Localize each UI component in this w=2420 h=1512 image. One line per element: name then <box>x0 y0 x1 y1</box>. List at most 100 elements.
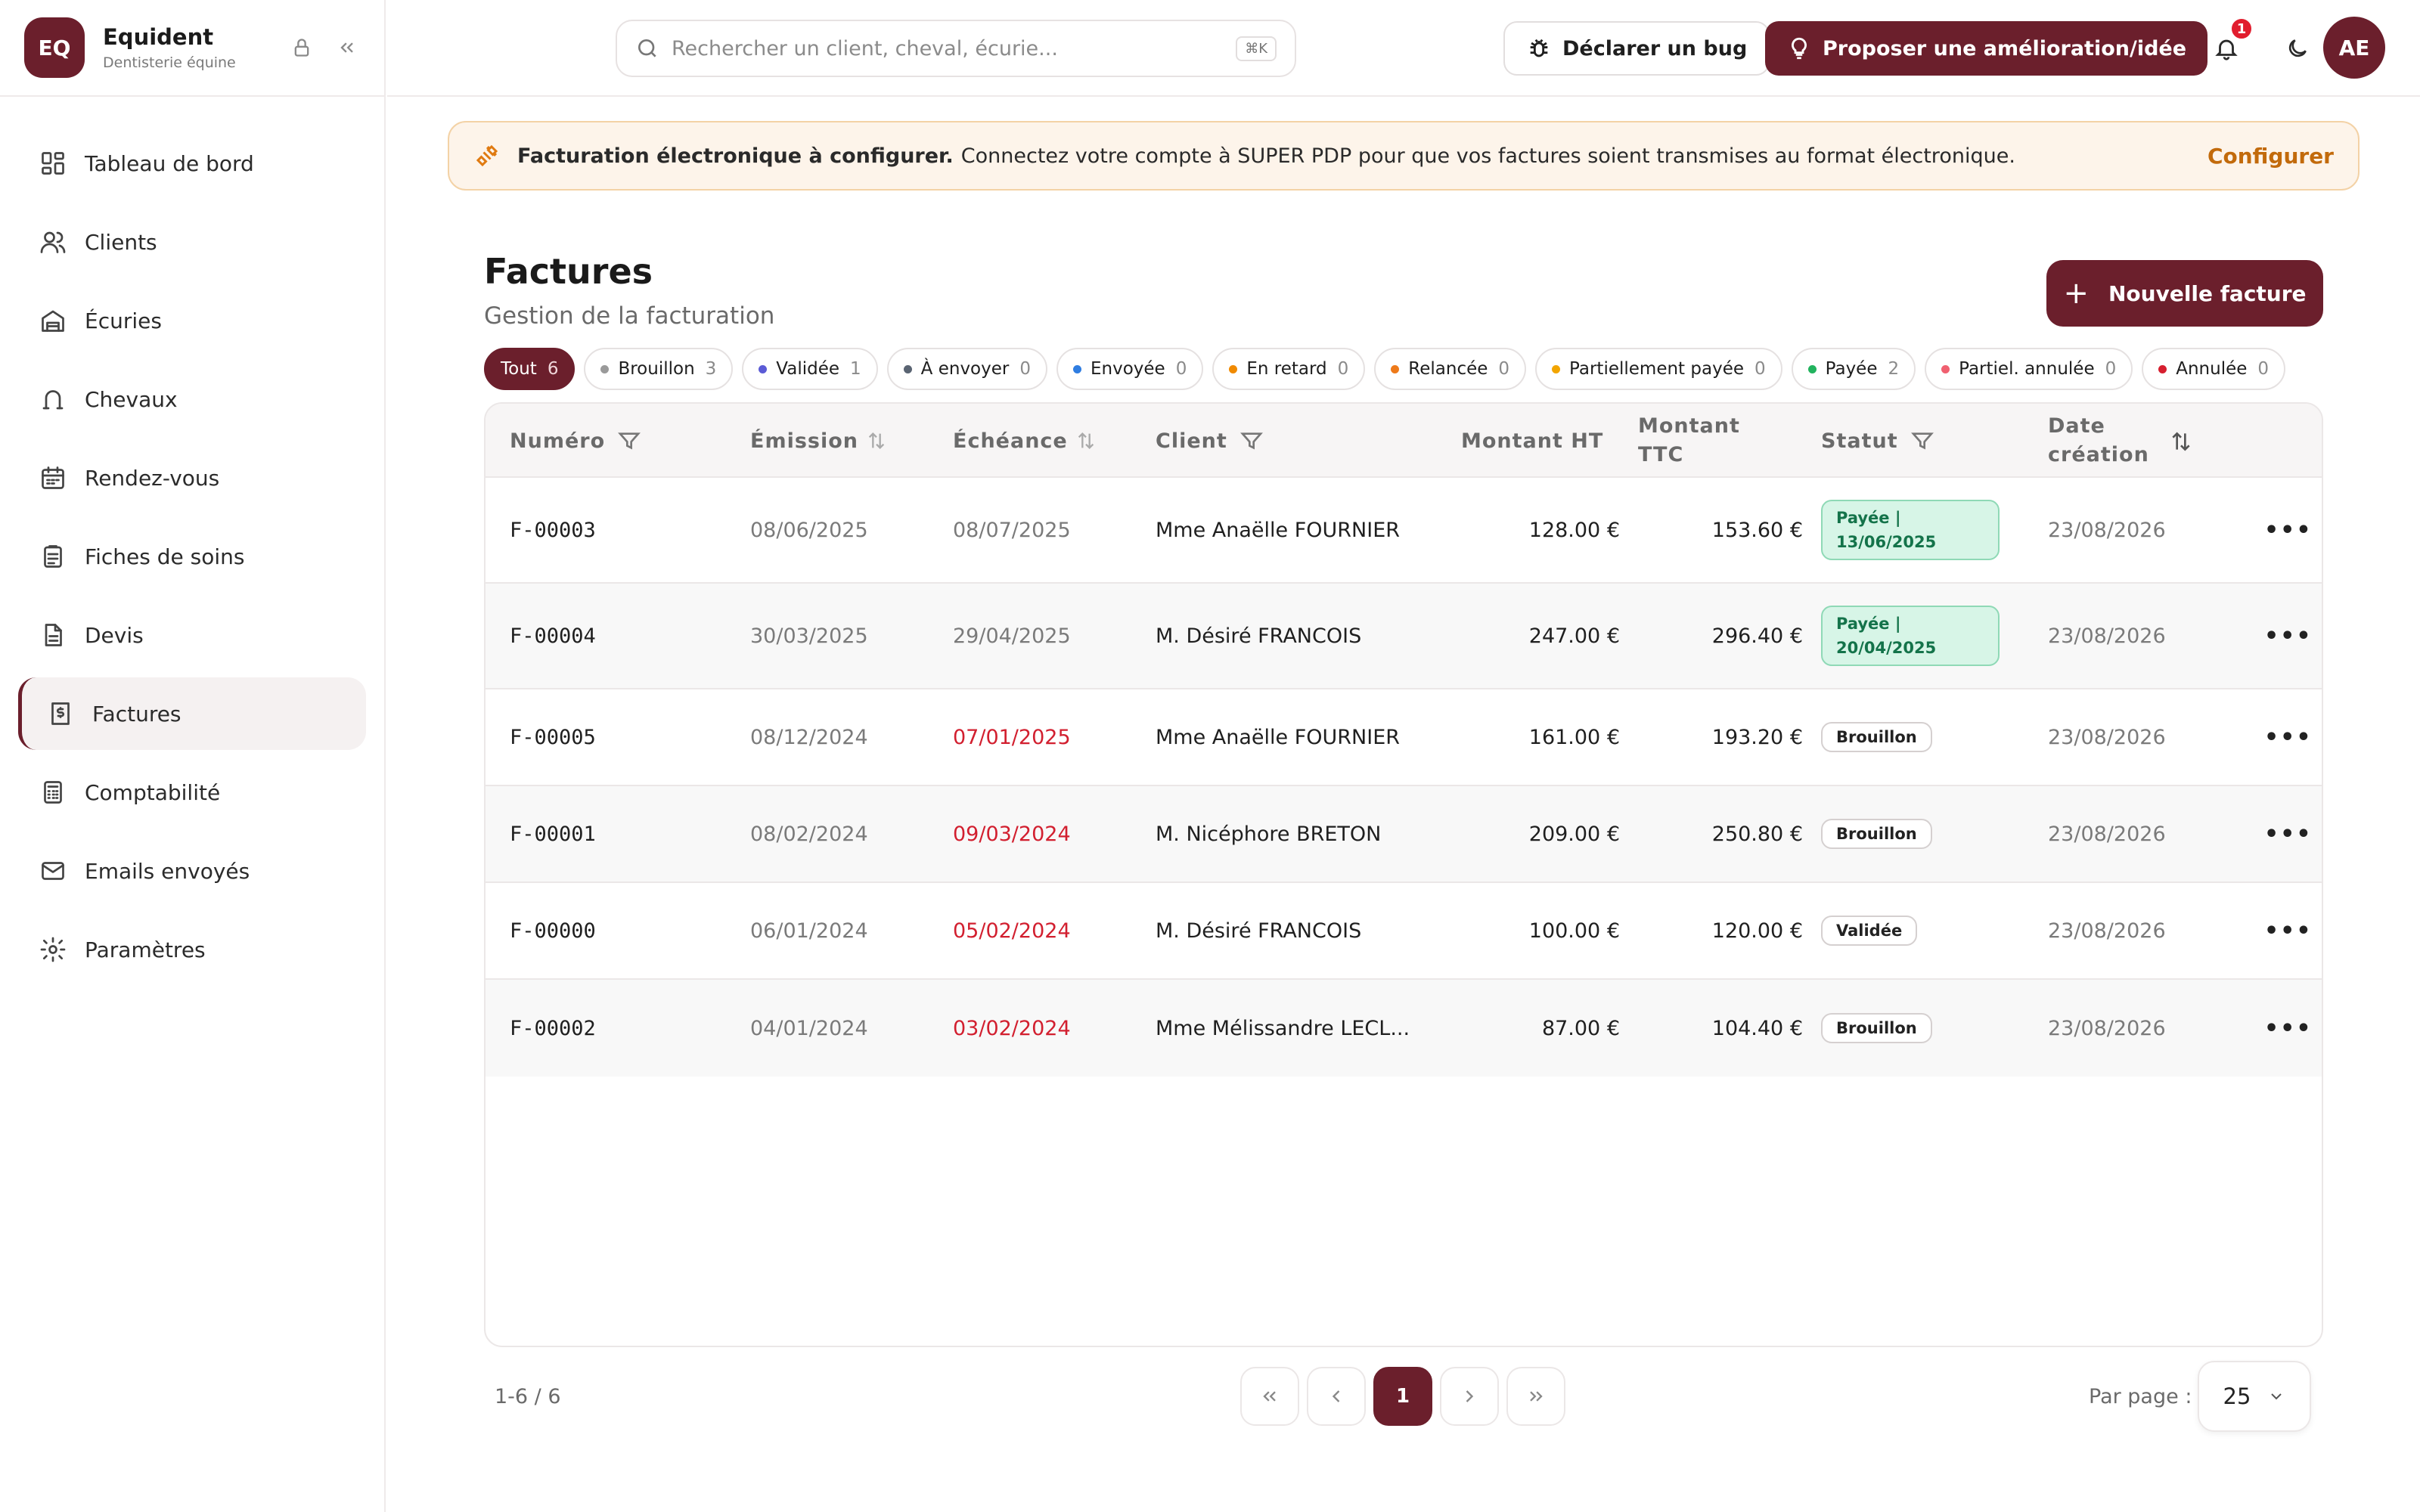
bug-icon <box>1530 39 1548 57</box>
col-emission[interactable]: Émission <box>750 404 887 478</box>
sidebar-item-1[interactable]: Clients <box>18 206 366 278</box>
row-actions-button[interactable]: ••• <box>2264 980 2313 1077</box>
user-avatar[interactable]: AE <box>2323 17 2385 79</box>
status-dot <box>1073 364 1081 373</box>
filter-chip-5[interactable]: En retard 0 <box>1212 348 1366 390</box>
sort-icon[interactable] <box>2169 429 2193 454</box>
gear-icon <box>36 933 70 966</box>
cell-echeance: 05/02/2024 <box>953 919 1071 943</box>
filter-chip-6[interactable]: Relancée 0 <box>1374 348 1527 390</box>
row-actions-button[interactable]: ••• <box>2264 689 2313 785</box>
filter-count: 0 <box>2257 359 2270 379</box>
table-row[interactable]: F-00002 04/01/2024 03/02/2024 Mme Mélissand… <box>486 980 2322 1077</box>
filter-icon[interactable] <box>617 429 641 453</box>
status-text: Payée | <box>1836 615 1901 633</box>
sidebar-item-3[interactable]: Chevaux <box>18 363 366 435</box>
filter-icon[interactable] <box>1910 429 1934 453</box>
page-button-current[interactable]: 1 <box>1373 1367 1432 1426</box>
cell-montant-ttc: 296.40 € <box>1711 624 1803 648</box>
col-echeance[interactable]: Échéance <box>953 404 1097 478</box>
filter-count: 0 <box>1019 359 1031 379</box>
filter-label: Annulée <box>2176 359 2248 379</box>
col-client-label: Client <box>1156 429 1227 453</box>
more-icon: ••• <box>2264 1015 2313 1042</box>
cell-echeance: 08/07/2025 <box>953 518 1071 542</box>
filter-chip-8[interactable]: Payée 2 <box>1791 348 1916 390</box>
table-row[interactable]: F-00001 08/02/2024 09/03/2024 M. Nicéphore … <box>486 786 2322 883</box>
filter-chip-0[interactable]: Tout 6 <box>484 348 576 390</box>
row-actions-button[interactable]: ••• <box>2264 584 2313 688</box>
cell-montant-ht: 247.00 € <box>1528 624 1620 648</box>
prev-page-button[interactable] <box>1307 1367 1366 1426</box>
first-page-button[interactable] <box>1240 1367 1299 1426</box>
lock-icon[interactable] <box>289 35 315 60</box>
cell-numero: F-00002 <box>510 1016 596 1040</box>
table-row[interactable]: F-00005 08/12/2024 07/01/2025 Mme Anaëlle F… <box>486 689 2322 786</box>
cell-date-creation: 23/08/2026 <box>2048 624 2166 648</box>
report-bug-button[interactable]: Déclarer un bug <box>1503 21 1770 76</box>
col-numero[interactable]: Numéro <box>510 404 641 478</box>
chevron-down-icon <box>2271 1393 2282 1400</box>
sidebar-item-9[interactable]: Emails envoyés <box>18 835 366 907</box>
new-invoice-button[interactable]: + Nouvelle facture <box>2046 260 2323 327</box>
col-montant-ht: Montant HT <box>1461 404 1603 478</box>
filter-chip-10[interactable]: Annulée 0 <box>2142 348 2286 390</box>
per-page-select[interactable]: 25 <box>2198 1361 2311 1432</box>
col-client[interactable]: Client <box>1156 404 1264 478</box>
col-date-creation[interactable]: Date création <box>2048 404 2149 478</box>
sidebar-item-8[interactable]: Comptabilité <box>18 756 366 829</box>
table-row[interactable]: F-00000 06/01/2024 05/02/2024 M. Désiré FRA… <box>486 883 2322 980</box>
next-page-button[interactable] <box>1440 1367 1499 1426</box>
suggest-idea-button[interactable]: Proposer une amélioration/idée <box>1765 21 2208 76</box>
filter-chip-9[interactable]: Partiel. annulée 0 <box>1925 348 2133 390</box>
filter-label: Payée <box>1825 359 1878 379</box>
cell-montant-ht: 128.00 € <box>1528 518 1620 542</box>
filter-count: 3 <box>705 359 717 379</box>
row-actions-button[interactable]: ••• <box>2264 883 2313 978</box>
filter-icon[interactable] <box>1239 429 1264 453</box>
sort-icon[interactable] <box>1075 430 1097 451</box>
col-emission-label: Émission <box>750 429 858 453</box>
col-numero-label: Numéro <box>510 429 606 453</box>
filter-chip-1[interactable]: Brouillon 3 <box>584 348 734 390</box>
cell-echeance: 09/03/2024 <box>953 822 1071 846</box>
search-input[interactable] <box>672 36 1236 60</box>
mail-icon <box>36 854 70 888</box>
last-page-button[interactable] <box>1506 1367 1565 1426</box>
sidebar-item-label: Factures <box>92 701 182 727</box>
filter-chip-2[interactable]: Validée 1 <box>742 348 878 390</box>
filter-chip-3[interactable]: À envoyer 0 <box>886 348 1047 390</box>
search-box[interactable]: ⌘K <box>616 20 1296 77</box>
sidebar-item-0[interactable]: Tableau de bord <box>18 127 366 200</box>
chevrons-left-icon <box>1263 1391 1276 1402</box>
table-row[interactable]: F-00004 30/03/2025 29/04/2025 M. Désiré FRA… <box>486 584 2322 689</box>
sidebar-item-7[interactable]: Factures <box>18 677 366 750</box>
lightbulb-icon <box>1792 37 1807 60</box>
sort-icon[interactable] <box>866 430 887 451</box>
table-row[interactable]: F-00003 08/06/2025 08/07/2025 Mme Anaëlle F… <box>486 478 2322 584</box>
dashboard-icon <box>36 147 70 180</box>
status-text: Payée | <box>1836 509 1901 527</box>
row-actions-button[interactable]: ••• <box>2264 786 2313 881</box>
row-actions-button[interactable]: ••• <box>2264 478 2313 582</box>
col-statut[interactable]: Statut <box>1821 404 1934 478</box>
sidebar-item-6[interactable]: Devis <box>18 599 366 671</box>
status-badge: Brouillon <box>1821 722 1932 752</box>
sidebar-item-2[interactable]: Écuries <box>18 284 366 357</box>
search-icon <box>638 39 656 57</box>
collapse-sidebar-icon[interactable] <box>334 35 360 60</box>
page-subtitle: Gestion de la facturation <box>484 302 775 330</box>
notifications-button[interactable]: 1 <box>2208 17 2254 67</box>
sidebar-item-label: Fiches de soins <box>85 544 245 569</box>
sidebar-item-10[interactable]: Paramètres <box>18 913 366 986</box>
filter-count: 0 <box>1175 359 1187 379</box>
sidebar-item-4[interactable]: Rendez-vous <box>18 442 366 514</box>
sidebar-item-5[interactable]: Fiches de soins <box>18 520 366 593</box>
status-dot <box>1229 364 1238 373</box>
theme-toggle[interactable] <box>2281 32 2314 65</box>
filter-chip-4[interactable]: Envoyée 0 <box>1056 348 1204 390</box>
cell-date-creation: 23/08/2026 <box>2048 1016 2166 1040</box>
filter-chip-7[interactable]: Partiellement payée 0 <box>1535 348 1782 390</box>
configure-link[interactable]: Configurer <box>2207 144 2334 169</box>
sidebar-item-label: Comptabilité <box>85 779 221 805</box>
